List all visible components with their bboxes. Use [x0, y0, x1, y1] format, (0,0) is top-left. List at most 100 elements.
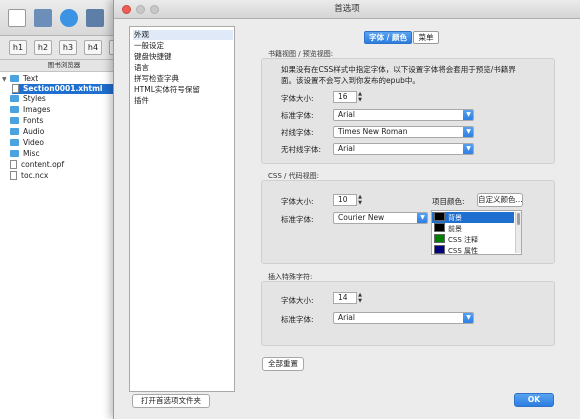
color-item-css-comment[interactable]: CSS 注释	[432, 234, 514, 245]
folder-icon	[10, 95, 19, 102]
select-value: Times New Roman	[338, 127, 408, 136]
color-list-scrollbar[interactable]	[515, 212, 521, 253]
book-browser-title: 图书浏览器	[0, 60, 128, 72]
color-item-label: CSS 属性	[448, 247, 478, 255]
h1-button[interactable]: h1	[9, 40, 27, 55]
book-view-note-line2: 面。该设置不会写入到你发布的epub中。	[281, 76, 420, 85]
tree-item-label: Fonts	[23, 116, 44, 125]
h2-button[interactable]: h2	[34, 40, 52, 55]
tree-item-label: Styles	[23, 94, 46, 103]
category-language[interactable]: 语言	[133, 63, 233, 73]
tree-item-label: Images	[23, 105, 51, 114]
color-swatch	[434, 245, 445, 254]
new-file-icon[interactable]	[8, 9, 26, 27]
book-browser-panel: 图书浏览器 ▼ Text Section0001.xhtml Styles Ima…	[0, 60, 128, 419]
color-swatch	[434, 223, 445, 232]
scrollbar-thumb[interactable]	[517, 213, 520, 225]
code-font-size-stepper[interactable]: 10	[333, 194, 357, 206]
expand-caret-icon[interactable]: ▼	[2, 75, 10, 85]
item-color-list[interactable]: 背景 前景 CSS 注释 CSS 属性	[431, 210, 522, 255]
tree-item-label: Text	[23, 74, 39, 83]
add-icon[interactable]	[60, 9, 78, 27]
category-spellcheck[interactable]: 拼写检查字典	[133, 74, 233, 84]
select-value: Arial	[338, 144, 355, 153]
tree-item-section0001[interactable]: Section0001.xhtml	[12, 84, 117, 94]
tree-item-label: toc.ncx	[21, 171, 49, 180]
custom-color-button[interactable]: 自定义颜色...	[477, 193, 523, 207]
color-item-foreground[interactable]: 前景	[432, 223, 514, 234]
tab-menu[interactable]: 菜单	[413, 31, 439, 44]
open-folder-icon[interactable]	[34, 9, 52, 27]
special-font-size-label: 字体大小:	[281, 296, 314, 305]
category-keyboard-shortcuts[interactable]: 键盘快捷键	[133, 52, 233, 62]
special-font-size-stepper[interactable]: 14	[333, 292, 357, 304]
h3-button[interactable]: h3	[59, 40, 77, 55]
chevron-down-icon: ▼	[463, 110, 473, 120]
folder-icon	[10, 106, 19, 113]
stepper-arrows-icon[interactable]: ▲ ▼	[356, 91, 364, 103]
stepper-arrows-icon[interactable]: ▲ ▼	[356, 292, 364, 304]
category-html-entities[interactable]: HTML实体符号保留	[133, 85, 233, 95]
tree-item-content-opf[interactable]: content.opf	[10, 160, 64, 170]
code-standard-font-select[interactable]: Courier New ▼	[333, 212, 428, 224]
tree-item-label: Misc	[23, 149, 40, 158]
tree-item-video[interactable]: Video	[10, 138, 44, 148]
color-swatch	[434, 234, 445, 243]
color-item-label: 背景	[448, 214, 462, 222]
select-value: Arial	[338, 110, 355, 119]
tree-item-label: content.opf	[21, 160, 65, 169]
book-standard-font-select[interactable]: Arial ▼	[333, 109, 474, 121]
item-color-label: 项目颜色:	[432, 197, 465, 206]
reset-all-button[interactable]: 全部重置	[262, 357, 304, 371]
tab-fonts-colors[interactable]: 字体 / 颜色	[364, 31, 412, 44]
book-standard-font-label: 标准字体:	[281, 111, 314, 120]
chevron-down-icon: ▼	[463, 127, 473, 137]
tree-item-misc[interactable]: Misc	[10, 149, 40, 159]
tree-item-audio[interactable]: Audio	[10, 127, 44, 137]
tree-item-fonts[interactable]: Fonts	[10, 116, 43, 126]
color-swatch	[434, 212, 445, 221]
book-serif-font-select[interactable]: Times New Roman ▼	[333, 126, 474, 138]
book-font-size-label: 字体大小:	[281, 94, 314, 103]
category-general[interactable]: 一般设定	[133, 41, 233, 51]
open-prefs-folder-button[interactable]: 打开首选项文件夹	[132, 394, 210, 408]
tree-item-styles[interactable]: Styles	[10, 94, 46, 104]
color-item-label: 前景	[448, 225, 462, 233]
book-sans-font-label: 无衬线字体:	[281, 145, 322, 154]
category-plugins[interactable]: 插件	[133, 96, 233, 106]
tree-item-label: Section0001.xhtml	[23, 84, 103, 93]
folder-icon	[10, 128, 19, 135]
folder-icon	[10, 150, 19, 157]
chevron-down-icon: ▼	[463, 144, 473, 154]
tree-item-label: Audio	[23, 127, 45, 136]
special-standard-font-label: 标准字体:	[281, 315, 314, 324]
ok-button[interactable]: OK	[514, 393, 554, 407]
preferences-dialog: 首选项 外观 一般设定 键盘快捷键 语言 拼写检查字典 HTML实体符号保留 插…	[113, 0, 580, 419]
book-view-note-line1: 如果没有在CSS样式中指定字体，以下设置字体将会套用于预览/书籍界	[281, 65, 516, 74]
color-item-css-property[interactable]: CSS 属性	[432, 245, 514, 255]
chevron-down-icon: ▼	[417, 213, 427, 223]
book-serif-font-label: 衬线字体:	[281, 128, 314, 137]
book-font-size-stepper[interactable]: 16	[333, 91, 357, 103]
color-item-background[interactable]: 背景	[432, 212, 514, 223]
save-icon[interactable]	[86, 9, 104, 27]
color-item-label: CSS 注释	[448, 236, 478, 244]
file-icon	[10, 160, 17, 169]
tree-item-toc-ncx[interactable]: toc.ncx	[10, 171, 48, 181]
tree-item-label: Video	[23, 138, 45, 147]
category-appearance[interactable]: 外观	[133, 30, 233, 40]
stepper-arrows-icon[interactable]: ▲ ▼	[356, 194, 364, 206]
special-standard-font-select[interactable]: Arial ▼	[333, 312, 474, 324]
category-list[interactable]: 外观 一般设定 键盘快捷键 语言 拼写检查字典 HTML实体符号保留 插件	[129, 26, 235, 392]
select-value: Courier New	[338, 213, 385, 222]
folder-icon	[10, 75, 19, 82]
book-sans-font-select[interactable]: Arial ▼	[333, 143, 474, 155]
select-value: Arial	[338, 313, 355, 322]
tree-item-images[interactable]: Images	[10, 105, 50, 115]
folder-icon	[10, 139, 19, 146]
h4-button[interactable]: h4	[84, 40, 102, 55]
chevron-down-icon: ▼	[463, 313, 473, 323]
file-icon	[12, 84, 19, 93]
tree-item-text[interactable]: ▼ Text	[2, 74, 38, 84]
folder-icon	[10, 117, 19, 124]
